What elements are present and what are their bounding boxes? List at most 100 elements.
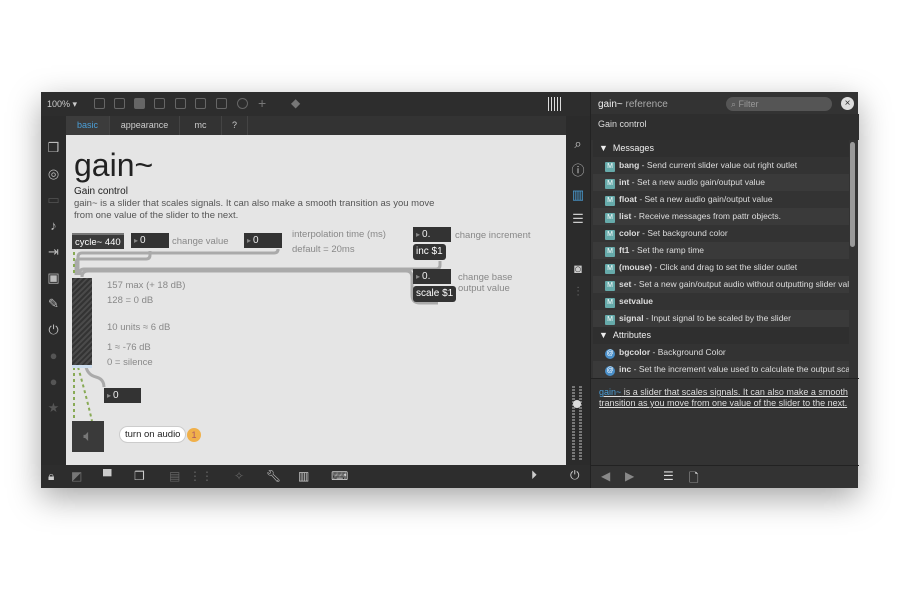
message-item[interactable]: Mint - Set a new audio gain/output value [593, 174, 849, 191]
ezdac-speaker-icon[interactable]: 🔈︎ [72, 421, 104, 452]
presentation-mode-icon[interactable]: ▀ [103, 469, 112, 483]
info-circle-icon[interactable]: ● [41, 369, 66, 395]
scale-message[interactable]: scale $1 [413, 286, 457, 302]
grid-icon[interactable] [548, 97, 562, 111]
attribute-item[interactable]: @ bgcolor - Background Color [593, 344, 849, 361]
inc-comment: change increment [455, 230, 531, 241]
message-item[interactable]: Mcolor - Set background color [593, 225, 849, 242]
paperclip-icon[interactable]: ✎ [41, 291, 66, 317]
reference-icon[interactable]: ▥ [566, 187, 590, 203]
zoom-dropdown[interactable]: 100% ▾ [47, 99, 77, 110]
paint-bucket-icon[interactable]: ◆ [291, 96, 300, 110]
reference-panel: gain~ reference ⌕ Filter × Gain control … [590, 92, 859, 490]
lock-icon[interactable]: 🔒︎ [48, 469, 54, 484]
music-note-icon[interactable]: ♪ [41, 213, 66, 239]
message-icon[interactable] [114, 98, 125, 109]
tab-basic[interactable]: basic [66, 116, 110, 135]
object-link[interactable]: gain~ [599, 387, 621, 397]
message-item[interactable]: Msetvalue [593, 293, 849, 310]
interp-number-box[interactable]: 0 [244, 233, 282, 248]
package-icon[interactable]: ❒ [41, 135, 66, 161]
slider-icon[interactable] [216, 98, 227, 109]
camera-icon[interactable]: ◙ [566, 261, 590, 276]
number-icon[interactable] [195, 98, 206, 109]
value-number-box[interactable]: 0 [131, 233, 169, 248]
attribute-item[interactable]: @ inc - Set the increment value used to c… [593, 361, 849, 378]
sequence-icon[interactable]: ⇥ [41, 239, 66, 265]
message-item[interactable]: Mft1 - Set the ramp time [593, 242, 849, 259]
magic-wand-icon[interactable]: ✧ [234, 469, 244, 483]
message-item[interactable]: Mbang - Send current slider value out ri… [593, 157, 849, 174]
mixer-icon[interactable]: ⫶ [566, 284, 590, 300]
add-icon[interactable]: + [258, 95, 266, 111]
messages-section-header[interactable]: ▼ Messages [593, 140, 849, 157]
patreon-icon[interactable]: ● [41, 343, 66, 369]
turn-on-audio-bubble: turn on audio [119, 426, 187, 443]
message-badge-icon: M [605, 264, 615, 274]
message-badge-icon: M [605, 213, 615, 223]
left-sidebar: ❒ ◎ ▭ ♪ ⇥ ▣ ✎ ⏻ ● ● ★ [41, 135, 66, 465]
filter-input[interactable]: ⌕ Filter [726, 97, 832, 111]
gain-slider[interactable] [72, 278, 92, 368]
grid-snap-icon[interactable]: ⋮⋮ [189, 469, 213, 483]
patcher-canvas[interactable]: gain~ Gain control gain~ is a slider tha… [66, 135, 566, 465]
message-item[interactable]: Msignal - Input signal to be scaled by t… [593, 310, 849, 327]
note: 1 ≈ -76 dB [107, 342, 151, 353]
document-icon[interactable]: 🗋 [689, 469, 699, 490]
button-icon[interactable] [154, 98, 165, 109]
video-icon[interactable]: ▭ [41, 187, 66, 213]
scale-number-box[interactable]: 0. [413, 269, 451, 284]
change-value-comment: change value [172, 236, 229, 247]
max-patcher-window: 100% ▾ + ◆ basic appearance mc ? ❒ ◎ ▭ ♪… [41, 92, 859, 490]
dial-icon[interactable] [237, 98, 248, 109]
comment-icon[interactable] [134, 98, 145, 109]
image-icon[interactable]: ▣ [41, 265, 66, 291]
volume-slider-handle[interactable] [573, 400, 581, 408]
message-item[interactable]: Mfloat - Set a new audio gain/output val… [593, 191, 849, 208]
back-icon[interactable]: ◀ [601, 469, 610, 483]
search-icon[interactable]: ⌕ [566, 136, 590, 152]
reference-title: gain~ reference [598, 99, 668, 110]
bottom-toolbar: 🔒︎ ◩ ▀ ❐ ▤ ⋮⋮ ✧ 🔧︎ ▥ ⌨ ⏵ ⏻ [41, 465, 590, 488]
tab-mc[interactable]: mc [180, 116, 222, 135]
tab-appearance[interactable]: appearance [110, 116, 180, 135]
windows-icon[interactable]: ❐ [134, 469, 145, 483]
debug-icon[interactable]: ▤ [169, 469, 180, 483]
star-icon[interactable]: ★ [41, 395, 66, 421]
message-badge-icon: M [605, 247, 615, 257]
page-title: gain~ [74, 147, 154, 183]
message-badge-icon: M [605, 179, 615, 189]
piano-icon[interactable]: ▥ [298, 469, 309, 483]
wrench-icon[interactable]: 🔧︎ [266, 469, 281, 483]
tab-help[interactable]: ? [222, 116, 248, 135]
patcher-toolbar: 100% ▾ + ◆ [41, 92, 590, 116]
scrollbar[interactable] [850, 142, 855, 247]
target-icon[interactable]: ◎ [41, 161, 66, 187]
attributes-section-header[interactable]: ▼ Attributes [593, 327, 849, 344]
plug-icon[interactable]: ⏻ [41, 317, 66, 343]
cycle-object[interactable]: cycle~ 440 [72, 233, 124, 249]
message-badge-icon: M [605, 230, 615, 240]
attribute-badge-icon: @ [605, 366, 615, 376]
inc-message[interactable]: inc $1 [413, 244, 446, 260]
message-item[interactable]: Mlist - Receive messages from pattr obje… [593, 208, 849, 225]
play-icon[interactable]: ⏵ [531, 468, 537, 483]
presentation-icon[interactable]: ◩ [71, 469, 82, 483]
subtitle: Gain control [74, 186, 128, 197]
close-icon[interactable]: × [841, 97, 854, 110]
inc-number-box[interactable]: 0. [413, 227, 451, 242]
list-icon[interactable]: ☰ [566, 211, 590, 227]
menu-icon[interactable]: ☰ [663, 469, 674, 483]
message-item[interactable]: M (mouse) - Click and drag to set the sli… [593, 259, 849, 276]
keyboard-icon[interactable]: ⌨ [331, 469, 348, 483]
object-icon[interactable] [94, 98, 105, 109]
info-icon[interactable]: ⓘ [566, 160, 590, 179]
message-item[interactable]: Mset - Set a new gain/output audio witho… [593, 276, 849, 293]
attribute-badge-icon: @ [605, 349, 615, 359]
interp-comment: interpolation time (ms) [292, 229, 386, 240]
output-number-box[interactable]: 0 [104, 388, 141, 403]
forward-icon[interactable]: ▶ [625, 469, 634, 483]
toggle-icon[interactable] [175, 98, 186, 109]
message-badge-icon: M [605, 298, 615, 308]
power-icon[interactable]: ⏻ [570, 468, 580, 483]
